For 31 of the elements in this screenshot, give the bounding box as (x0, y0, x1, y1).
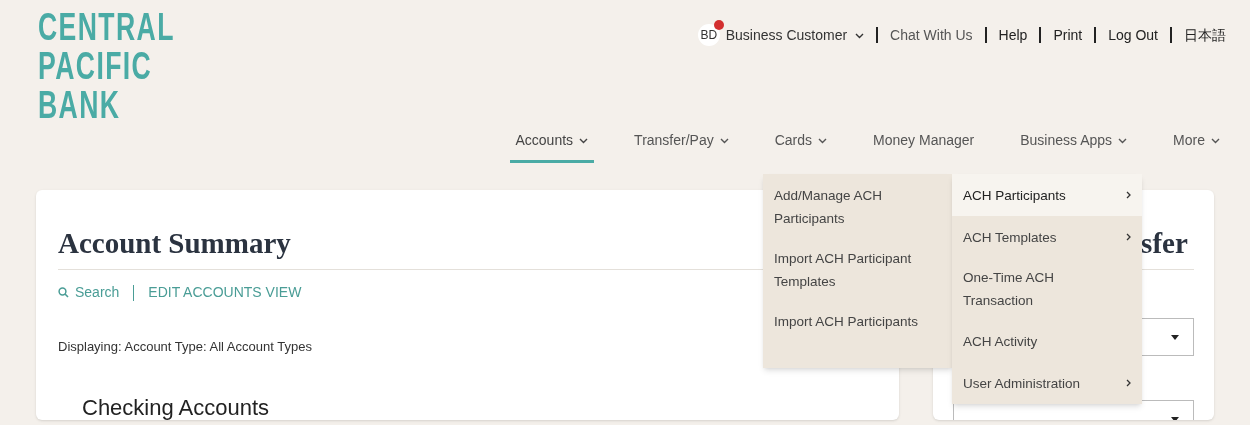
submenu-item[interactable]: Import ACH Participant Templates (763, 247, 953, 293)
header-link[interactable]: Log Out (1108, 24, 1158, 46)
menu-item[interactable]: One-Time ACH Transaction (952, 258, 1142, 320)
section-title: Checking Accounts (82, 393, 271, 422)
nav-tab[interactable]: Business Apps (1014, 127, 1134, 163)
menu-item[interactable]: ACH Templates (952, 216, 1142, 258)
user-menu[interactable]: BD Business Customer (697, 24, 865, 46)
menu-item[interactable]: ACH Participants (952, 174, 1142, 216)
nav-tab[interactable]: Cards (768, 127, 834, 163)
header-link[interactable]: 日本語 (1184, 24, 1226, 46)
caret-down-icon (1171, 334, 1179, 340)
submenu-item[interactable]: Import ACH Participants (763, 310, 953, 333)
menu-item[interactable]: ACH Activity (952, 320, 1142, 362)
nav-tab[interactable]: Transfer/Pay (628, 127, 735, 163)
header-link[interactable]: Chat With Us (890, 24, 973, 46)
logo-text: CENTRAL (38, 8, 175, 47)
nav-tab[interactable]: Money Manager (867, 127, 981, 163)
chevron-down-icon (855, 33, 865, 39)
page-title: Account Summary (58, 226, 291, 260)
header-link[interactable]: Print (1053, 24, 1083, 46)
logo-text: BANK (38, 86, 121, 125)
nav-tab[interactable]: Accounts (509, 127, 595, 163)
card-title: sfer (1141, 226, 1188, 260)
logo-text: PACIFIC (38, 47, 153, 86)
menu-item[interactable]: User Administration (952, 362, 1142, 404)
header-link[interactable]: Help (998, 24, 1028, 46)
caret-down-icon (1171, 416, 1179, 420)
submenu-item[interactable]: Add/Manage ACH Participants (763, 184, 953, 230)
search-icon (58, 287, 69, 298)
nav-tab[interactable]: More (1167, 127, 1226, 163)
filter-text: Displaying: Account Type: All Account Types (58, 338, 313, 356)
